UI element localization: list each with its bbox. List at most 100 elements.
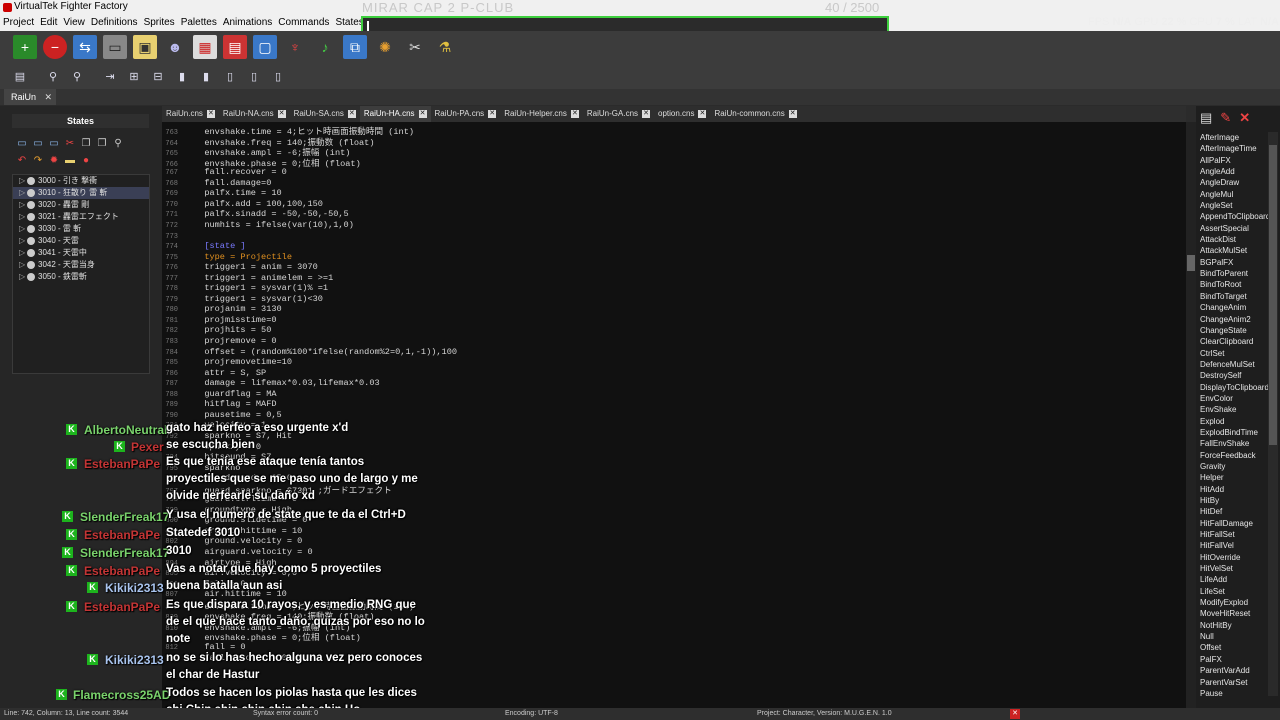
code-line[interactable]: 780 projanim = 3130: [162, 304, 281, 315]
code-line[interactable]: 785 projremovetime=10: [162, 357, 292, 368]
sctrl-item[interactable]: HitDef: [1196, 506, 1268, 517]
close-icon[interactable]: ✕: [277, 110, 286, 118]
bookmark-icon[interactable]: ▮: [173, 67, 191, 85]
sctrl-item[interactable]: AttackMulSet: [1196, 245, 1268, 256]
menu-item[interactable]: Commands: [275, 15, 332, 31]
menu-item[interactable]: Project: [0, 15, 37, 31]
code-line[interactable]: 788 guardflag = MA: [162, 389, 276, 400]
code-line[interactable]: 782 projhits = 50: [162, 325, 271, 336]
sctrl-item[interactable]: Offset: [1196, 642, 1268, 653]
copy-icon[interactable]: ❐: [79, 138, 93, 151]
test-icon[interactable]: ⚗: [433, 35, 457, 59]
sctrl-item[interactable]: Explod: [1196, 416, 1268, 427]
commands-icon[interactable]: ♪: [313, 35, 337, 59]
code-line[interactable]: 763 envshake.time = 4;ヒット時画面振動時間 (int): [162, 125, 414, 137]
expand-icon[interactable]: ▷: [19, 235, 27, 247]
tree-item[interactable]: ▷ 3000 - 引き 撃衝: [13, 175, 149, 187]
expand-icon[interactable]: ▷: [19, 271, 27, 283]
sctrl-item[interactable]: EnvColor: [1196, 393, 1268, 404]
sctrl-item[interactable]: ExplodBindTime: [1196, 427, 1268, 438]
new-state-icon[interactable]: ▭: [15, 138, 29, 151]
expand-icon[interactable]: ▷: [19, 259, 27, 271]
sctrl-item[interactable]: AngleSet: [1196, 200, 1268, 211]
code-line[interactable]: 773: [162, 231, 194, 242]
find-icon[interactable]: ⚲: [44, 67, 62, 85]
sctrl-item[interactable]: HitBy: [1196, 495, 1268, 506]
close-icon[interactable]: ✕: [698, 110, 707, 118]
cut-icon[interactable]: ✂: [63, 138, 77, 151]
indent-icon[interactable]: ⇥: [101, 67, 119, 85]
file-tab[interactable]: RaiUn-HA.cns ✕: [359, 106, 431, 122]
window-icon[interactable]: ▢: [253, 35, 277, 59]
code-line[interactable]: 789 hitflag = MAFD: [162, 399, 276, 410]
close-icon[interactable]: ✕: [1239, 110, 1250, 126]
menu-item[interactable]: Edit: [37, 15, 60, 31]
close-icon[interactable]: ✕: [347, 110, 356, 118]
close-icon[interactable]: ✕: [488, 110, 497, 118]
sctrl-item[interactable]: Pause: [1196, 688, 1268, 696]
sctrl-item[interactable]: DefenceMulSet: [1196, 359, 1268, 370]
folder-icon[interactable]: ▬: [63, 155, 77, 168]
open-project-icon[interactable]: ⇆: [73, 35, 97, 59]
sctrl-item[interactable]: DestroySelf: [1196, 370, 1268, 381]
error-icon[interactable]: ✕: [1010, 709, 1020, 719]
sctrl-item[interactable]: ChangeState: [1196, 325, 1268, 336]
sctrl-item[interactable]: ModifyExplod: [1196, 597, 1268, 608]
sctrl-item[interactable]: BGPalFX: [1196, 257, 1268, 268]
close-icon[interactable]: ✕: [788, 110, 797, 118]
sctrl-item[interactable]: AssertSpecial: [1196, 223, 1268, 234]
sprites-icon[interactable]: ▦: [193, 35, 217, 59]
lock-icon[interactable]: ▣: [133, 35, 157, 59]
code-line[interactable]: 767 fall.recover = 0: [162, 167, 286, 178]
sctrl-item[interactable]: LifeAdd: [1196, 574, 1268, 585]
sctrl-item[interactable]: HitFallVel: [1196, 540, 1268, 551]
tree-item[interactable]: ▷ 3041 - 天雷中: [13, 247, 149, 259]
edit-icon[interactable]: ✎: [1220, 110, 1231, 126]
tools-icon[interactable]: ✂: [403, 35, 427, 59]
code-line[interactable]: 777 trigger1 = animelem = >=1: [162, 273, 333, 284]
close-icon[interactable]: ✕: [206, 110, 215, 118]
sctrl-item[interactable]: AllPalFX: [1196, 155, 1268, 166]
file-tab[interactable]: RaiUn.cns ✕: [162, 106, 219, 122]
sctrl-item[interactable]: ChangeAnim: [1196, 302, 1268, 313]
code-line[interactable]: 771 palfx.sinadd = -50,-50,-50,5: [162, 209, 348, 220]
sctrl-item[interactable]: ChangeAnim2: [1196, 314, 1268, 325]
expand-icon[interactable]: ▷: [19, 187, 27, 199]
code-line[interactable]: 775 type = Projectile: [162, 252, 292, 263]
menu-item[interactable]: Sprites: [141, 15, 178, 31]
sctrl-item[interactable]: HitAdd: [1196, 484, 1268, 495]
sctrl-item[interactable]: NotHitBy: [1196, 620, 1268, 631]
sctrl-item[interactable]: ParentVarSet: [1196, 677, 1268, 688]
close-icon[interactable]: ✕: [44, 89, 52, 105]
sctrl-item[interactable]: BindToParent: [1196, 268, 1268, 279]
sctrl-item[interactable]: ParentVarAdd: [1196, 665, 1268, 676]
menu-item[interactable]: Definitions: [88, 15, 141, 31]
sctrl-item[interactable]: Null: [1196, 631, 1268, 642]
tree-item[interactable]: ▷ 3030 - 雷 斬: [13, 223, 149, 235]
close-icon[interactable]: ✕: [570, 110, 579, 118]
sctrl-item[interactable]: Helper: [1196, 472, 1268, 483]
sctrl-item[interactable]: AfterImage: [1196, 132, 1268, 143]
tree-item[interactable]: ▷ 3010 - 狂散り 雷 斬: [13, 187, 149, 199]
file-tab[interactable]: option.cns ✕: [654, 106, 710, 122]
code-line[interactable]: 776 trigger1 = anim = 3070: [162, 262, 317, 273]
save-state-icon[interactable]: ▭: [47, 138, 61, 151]
sctrl-item[interactable]: HitFallSet: [1196, 529, 1268, 540]
comment-icon[interactable]: ▯: [269, 67, 287, 85]
expand-icon[interactable]: ▷: [19, 175, 27, 187]
sctrl-item[interactable]: HitVelSet: [1196, 563, 1268, 574]
tree-item[interactable]: ▷ 3040 - 天雷: [13, 235, 149, 247]
sctrl-item[interactable]: AngleAdd: [1196, 166, 1268, 177]
sctrl-item[interactable]: EnvShake: [1196, 404, 1268, 415]
editor-scrollbar[interactable]: [1186, 122, 1196, 708]
open-state-icon[interactable]: ▭: [31, 138, 45, 151]
editor-scrollbar-thumb[interactable]: [1187, 255, 1195, 271]
tab-project[interactable]: RaiUn ✕: [4, 89, 56, 105]
sctrl-item[interactable]: AttackDist: [1196, 234, 1268, 245]
save-icon[interactable]: ▭: [103, 35, 127, 59]
sctrl-item[interactable]: HitFallDamage: [1196, 518, 1268, 529]
code-line[interactable]: 779 trigger1 = sysvar(1)<30: [162, 294, 323, 305]
sctrl-item[interactable]: FallEnvShake: [1196, 438, 1268, 449]
sctrl-item[interactable]: DisplayToClipboard: [1196, 382, 1268, 393]
bookmark-clear-icon[interactable]: ▯: [245, 67, 263, 85]
